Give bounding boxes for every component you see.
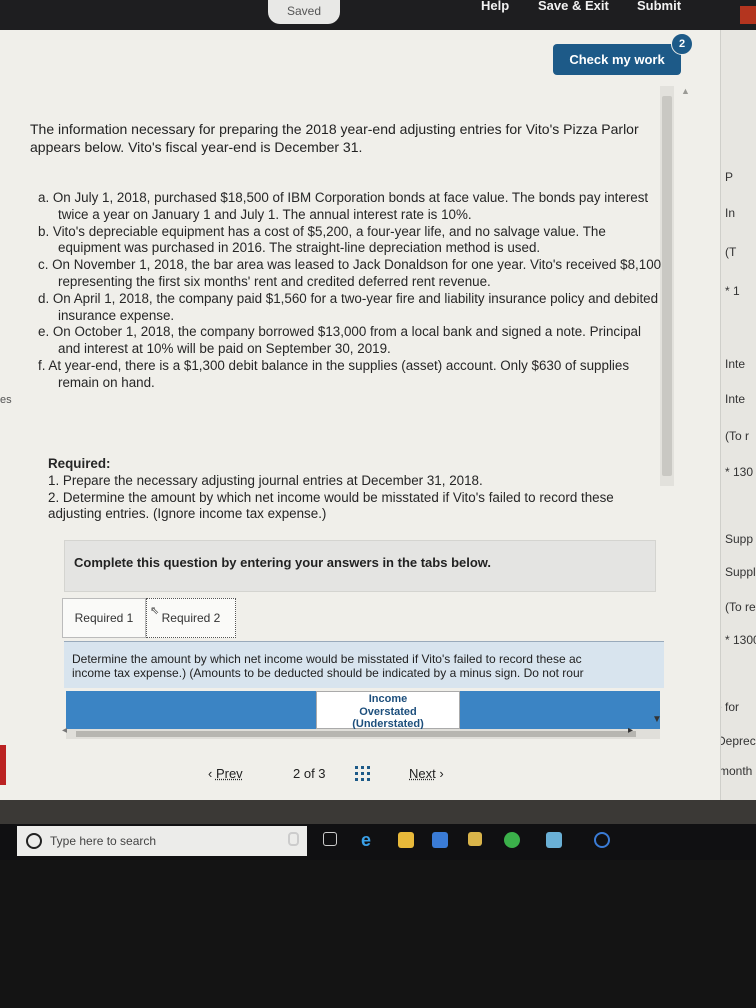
close-corner[interactable] <box>740 6 756 24</box>
prev-label: Prev <box>215 766 243 781</box>
side-text: * 130 <box>725 465 754 479</box>
side-text: P <box>725 170 734 184</box>
desk-background <box>0 860 756 1008</box>
income-column-header: Income Overstated (Understated) <box>316 691 460 730</box>
side-text: 4 month <box>720 764 753 778</box>
intro-text: The information necessary for preparing … <box>30 121 639 155</box>
side-text: In <box>725 206 736 220</box>
page-indicator: 2 of 3 <box>293 766 326 781</box>
mouse-cursor-icon: ⇖ <box>150 605 160 617</box>
prev-button[interactable]: ‹ Prev <box>208 766 243 781</box>
required-1-text: 1. Prepare the necessary adjusting journ… <box>48 472 483 488</box>
submit-link[interactable]: Submit <box>637 0 681 13</box>
chrome-icon[interactable] <box>504 832 520 848</box>
hscroll-thumb[interactable] <box>76 731 636 737</box>
next-button[interactable]: Next › <box>409 766 444 781</box>
next-label: Next <box>409 766 436 781</box>
instructions-banner: Complete this question by entering your … <box>64 540 656 592</box>
list-item: c. On November 1, 2018, the bar area was… <box>38 257 662 289</box>
side-text: Inte <box>725 392 746 406</box>
required-heading: Required: <box>48 456 111 471</box>
side-text: e Deprec <box>720 734 756 748</box>
app-icon[interactable] <box>546 832 562 848</box>
file-explorer-icon[interactable] <box>398 832 414 848</box>
side-text: Suppl <box>725 565 756 579</box>
tab-required-2[interactable]: Required 2 <box>146 598 236 638</box>
left-edge-marker <box>0 745 6 785</box>
instruction-line: income tax expense.) (Amounts to be dedu… <box>72 666 584 680</box>
help-link[interactable]: Help <box>481 0 509 13</box>
side-panel: P In (T * 1 Inte Inte (To r * 130 Supp S… <box>720 30 756 800</box>
chevron-right-icon: › <box>435 766 444 781</box>
attempts-badge: 2 <box>671 33 693 55</box>
side-text: * 1300 <box>725 633 756 647</box>
save-exit-link[interactable]: Save & Exit <box>538 0 609 13</box>
horizontal-scrollbar[interactable] <box>66 729 660 739</box>
scroll-down-icon[interactable]: ▼ <box>652 714 662 725</box>
microphone-icon[interactable] <box>288 832 299 846</box>
required-2-text: 2. Determine the amount by which net inc… <box>48 489 614 522</box>
list-item: f. At year-end, there is a $1,300 debit … <box>38 357 630 390</box>
side-text: * 1 <box>725 284 740 298</box>
store-bag-icon[interactable] <box>468 832 482 846</box>
list-item: a. On July 1, 2018, purchased $18,500 of… <box>38 190 649 222</box>
store-icon[interactable] <box>432 832 448 848</box>
tab-instructions: Determine the amount by which net income… <box>64 641 664 688</box>
adjusting-items-list: a. On July 1, 2018, purchased $18,500 of… <box>38 190 663 392</box>
monitor-bezel <box>0 800 756 824</box>
check-my-work-button[interactable]: Check my work <box>553 44 681 75</box>
side-text: me for <box>721 700 740 714</box>
instruction-text: Determine the amount by which net income… <box>72 652 657 680</box>
side-text: Inte <box>725 357 746 371</box>
tab-required-1[interactable]: Required 1 <box>62 598 146 638</box>
search-placeholder: Type here to search <box>50 834 157 848</box>
cortana-icon <box>26 833 42 849</box>
side-text: (To re <box>725 600 756 614</box>
header-line: Overstated <box>359 705 417 718</box>
side-text: Supp <box>725 532 754 546</box>
required-section: Required: 1. Prepare the necessary adjus… <box>48 456 658 523</box>
instruction-line: Determine the amount by which net income… <box>72 652 582 666</box>
scroll-right-icon[interactable]: ▸ <box>628 725 633 736</box>
scrollbar-thumb[interactable] <box>662 96 672 476</box>
left-edge-text: es <box>0 394 12 406</box>
side-text: (To r <box>725 429 749 443</box>
taskbar-search[interactable]: Type here to search <box>17 826 307 856</box>
list-item: d. On April 1, 2018, the company paid $1… <box>38 290 659 323</box>
scroll-up-icon[interactable]: ▲ <box>681 86 690 96</box>
edge-browser-icon[interactable]: e <box>361 831 377 849</box>
list-item: e. On October 1, 2018, the company borro… <box>38 324 641 357</box>
media-icon[interactable] <box>594 832 610 848</box>
list-item: b. Vito's depreciable equipment has a co… <box>38 223 606 256</box>
side-text: (T <box>725 245 737 259</box>
header-line: Income <box>368 693 408 705</box>
complete-text: Complete this question by entering your … <box>74 555 492 570</box>
task-view-icon[interactable] <box>323 832 337 846</box>
chevron-left-icon: ‹ <box>208 766 216 781</box>
scroll-left-icon[interactable]: ◂ <box>62 725 67 736</box>
grid-icon[interactable] <box>355 766 370 781</box>
saved-status: Saved <box>268 0 340 24</box>
answer-table-header: Income Overstated (Understated) <box>66 691 660 730</box>
